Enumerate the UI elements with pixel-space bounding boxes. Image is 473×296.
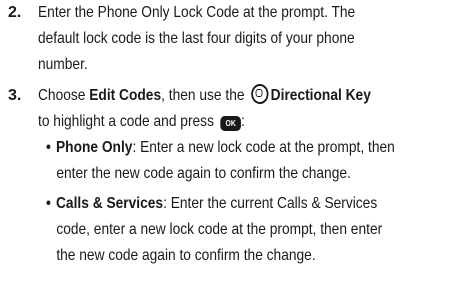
step-2-line-2: default lock code is the last four digit… bbox=[38, 30, 355, 47]
step-3-text: Choose Edit Codes, then use the Directio… bbox=[38, 83, 468, 135]
ok-key-icon: OK bbox=[220, 116, 241, 131]
bullet-phone-only: • Phone Only: Enter a new lock code at th… bbox=[46, 135, 473, 187]
step-number: 3. bbox=[8, 87, 22, 104]
directional-key-label: Directional Key bbox=[270, 87, 371, 104]
directional-key-icon bbox=[250, 84, 269, 104]
step-3-line-2: to highlight a code and press OK: bbox=[38, 109, 468, 135]
bullet-text: : Enter the current Calls & Services bbox=[163, 195, 378, 212]
bullet-phone-only-line-1: • Phone Only: Enter a new lock code at th… bbox=[46, 135, 473, 161]
step-2-line-3: number. bbox=[38, 56, 88, 73]
bullet-calls-services-line-1: • Calls & Services: Enter the current Cal… bbox=[46, 191, 473, 217]
bullet-calls-services-line-2: code, enter a new lock code at the promp… bbox=[56, 221, 383, 238]
bullet-title: Calls & Services bbox=[55, 195, 164, 212]
bullet-icon: • bbox=[46, 139, 51, 156]
step-number: 2. bbox=[8, 4, 22, 21]
bullet-phone-only-line-2: enter the new code again to confirm the … bbox=[56, 165, 351, 182]
bullet-calls-services-line-3: the new code again to confirm the change… bbox=[56, 247, 316, 264]
step-3-mid: , then use the bbox=[161, 87, 249, 104]
step-3-colon: : bbox=[240, 113, 245, 130]
bullet-icon: • bbox=[46, 195, 51, 212]
bullet-title: Phone Only bbox=[55, 139, 133, 156]
step-2-text: Enter the Phone Only Lock Code at the pr… bbox=[38, 0, 468, 78]
step-3-prefix: Choose bbox=[38, 87, 90, 104]
bullet-text: : Enter a new lock code at the prompt, t… bbox=[132, 139, 395, 156]
step-3-line-1: Choose Edit Codes, then use the Directio… bbox=[38, 83, 468, 109]
bullet-calls-services: • Calls & Services: Enter the current Cal… bbox=[46, 191, 473, 269]
manual-page: 2. Enter the Phone Only Lock Code at the… bbox=[0, 0, 473, 296]
edit-codes-label: Edit Codes bbox=[89, 87, 162, 104]
step-2-line-1: Enter the Phone Only Lock Code at the pr… bbox=[38, 4, 356, 21]
step-3-line-2-text: to highlight a code and press bbox=[38, 113, 218, 130]
